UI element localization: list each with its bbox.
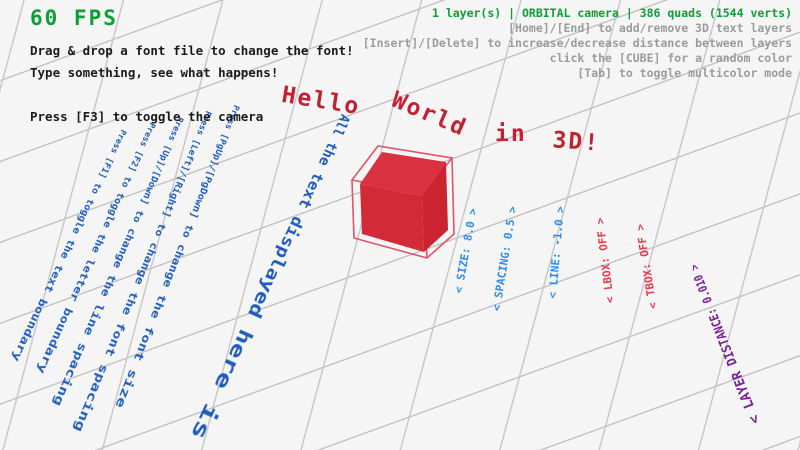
app-window: Hello World in 3D! All the text displaye… [0, 0, 800, 450]
hud-top-right: 1 layer(s) | ORBITAL camera | 386 quads … [363, 6, 792, 81]
hint-drag-drop: Drag & drop a font file to change the fo… [30, 40, 354, 62]
cube-faces[interactable] [360, 152, 448, 252]
hint-toggle-camera: Press [F3] to toggle the camera [30, 106, 354, 128]
hint-cube-color: click the [CUBE] for a random color [363, 51, 792, 66]
threed-word: 3D! [551, 127, 600, 156]
hint-type-something: Type something, see what happens! [30, 62, 354, 84]
hint-multicolor: [Tab] to toggle multicolor mode [363, 66, 792, 81]
hint-layer-distance: [Insert]/[Delete] to increase/decrease d… [363, 36, 792, 51]
hint-layers: [Home]/[End] to add/remove 3D text layer… [363, 21, 792, 36]
status-bar: 1 layer(s) | ORBITAL camera | 386 quads … [363, 6, 792, 21]
fps-counter: 60 FPS [30, 6, 354, 30]
hud-top-left: 60 FPS Drag & drop a font file to change… [30, 6, 354, 128]
in-word: in [495, 121, 527, 147]
